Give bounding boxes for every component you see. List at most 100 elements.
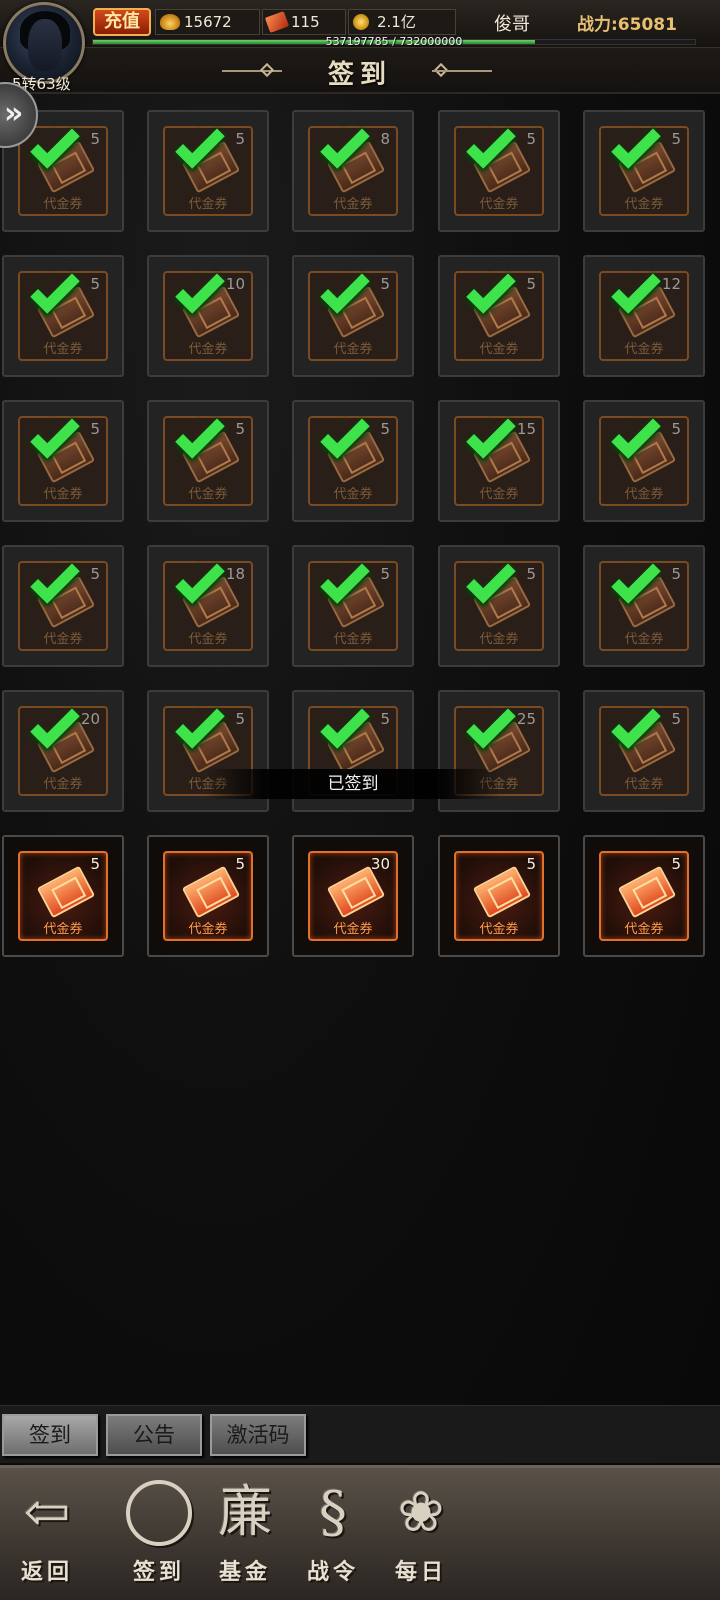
reward-label: 代金券	[624, 487, 664, 502]
reward-cell[interactable]: 20 代金券	[2, 690, 124, 812]
reward-count: 25	[516, 710, 536, 728]
reward-label: 代金券	[43, 197, 83, 212]
nav-label: 返回	[20, 1559, 73, 1585]
ticket-counter: 115	[262, 9, 346, 35]
voucher-item: 5 代金券	[18, 851, 108, 941]
recharge-button[interactable]: 充值	[93, 8, 151, 36]
reward-label: 代金券	[479, 487, 519, 502]
reward-count: 5	[671, 855, 681, 873]
reward-count: 5	[671, 710, 681, 728]
nav-sign-in-button[interactable]: 签到	[114, 1474, 204, 1600]
reward-count: 5	[526, 275, 536, 293]
reward-cell[interactable]: 5 代金券	[583, 690, 705, 812]
reward-label: 代金券	[188, 342, 228, 357]
voucher-icon	[36, 865, 96, 919]
reward-label: 代金券	[624, 632, 664, 647]
reward-cell[interactable]: 30 代金券	[292, 835, 414, 957]
reward-label: 代金券	[43, 342, 83, 357]
coin-value: 2.1亿	[377, 13, 416, 31]
avatar[interactable]	[3, 2, 85, 84]
player-name: 俊哥	[494, 14, 530, 35]
reward-cell[interactable]: 12 代金券	[583, 255, 705, 377]
reward-count: 30	[370, 855, 390, 873]
voucher-item: 5 代金券	[454, 851, 544, 941]
reward-label: 代金券	[333, 487, 373, 502]
reward-count: 5	[90, 420, 100, 438]
voucher-icon	[264, 11, 290, 33]
reward-cell[interactable]: 10 代金券	[147, 255, 269, 377]
reward-cell[interactable]: 5 代金券	[2, 545, 124, 667]
reward-count: 5	[235, 855, 245, 873]
reward-label: 代金券	[43, 922, 83, 937]
nav-daily-button[interactable]: ❀ 每日	[376, 1474, 466, 1600]
nav-label: 战令	[306, 1559, 359, 1585]
back-arrow-icon: ⇦	[23, 1480, 71, 1545]
reward-count: 20	[80, 710, 100, 728]
reward-cell[interactable]: 5 代金券	[438, 835, 560, 957]
reward-count: 10	[225, 275, 245, 293]
reward-cell[interactable]: 5 代金券	[438, 545, 560, 667]
daily-icon: ❀	[397, 1480, 445, 1545]
fund-icon: 亷	[217, 1480, 273, 1545]
nav-battle-pass-button[interactable]: § 战令	[288, 1474, 378, 1600]
page-title: 签到	[327, 60, 392, 90]
reward-cell[interactable]: 15 代金券	[438, 400, 560, 522]
reward-label: 代金券	[188, 197, 228, 212]
reward-label: 代金券	[43, 487, 83, 502]
reward-label: 代金券	[333, 632, 373, 647]
voucher-icon	[181, 865, 241, 919]
nav-back-button[interactable]: ⇦ 返回	[2, 1474, 92, 1600]
reward-cell[interactable]: 5 代金券	[438, 255, 560, 377]
tab-activation-code[interactable]: 激活码	[210, 1414, 306, 1456]
reward-cell[interactable]: 8 代金券	[292, 110, 414, 232]
reward-cell[interactable]: 18 代金券	[147, 545, 269, 667]
reward-count: 8	[380, 130, 390, 148]
battle-pass-scroll-icon: §	[319, 1480, 347, 1545]
toast-message: 已签到	[205, 769, 501, 799]
reward-label: 代金券	[479, 632, 519, 647]
reward-cell[interactable]: 5 代金券	[583, 545, 705, 667]
reward-label: 代金券	[43, 632, 83, 647]
coin-counter: 2.1亿	[348, 9, 456, 35]
reward-count: 5	[90, 855, 100, 873]
voucher-item: 5 代金券	[599, 851, 689, 941]
gold-ingot-icon	[160, 14, 180, 30]
reward-count: 5	[90, 565, 100, 583]
reward-cell[interactable]: 5 代金券	[2, 400, 124, 522]
reward-count: 5	[90, 275, 100, 293]
reward-cell[interactable]: 5 代金券	[292, 545, 414, 667]
reward-cell[interactable]: 5 代金券	[438, 110, 560, 232]
reward-label: 代金券	[479, 197, 519, 212]
double-chevron-icon: »	[4, 96, 24, 131]
gold-counter: 15672	[155, 9, 260, 35]
nav-label: 每日	[394, 1559, 447, 1585]
reward-cell[interactable]: 5 代金券	[147, 400, 269, 522]
reward-label: 代金券	[624, 922, 664, 937]
reward-cell[interactable]: 5 代金券	[147, 110, 269, 232]
nav-label: 基金	[218, 1559, 271, 1585]
reward-cell[interactable]: 5 代金券	[583, 400, 705, 522]
reward-cell[interactable]: 5 代金券	[583, 110, 705, 232]
reward-count: 5	[526, 130, 536, 148]
reward-cell[interactable]: 5 代金券	[583, 835, 705, 957]
avatar-face	[28, 19, 62, 71]
exp-text: 537197785 / 732000000	[325, 35, 463, 48]
reward-count: 5	[671, 565, 681, 583]
reward-count: 5	[671, 130, 681, 148]
tab-announcement[interactable]: 公告	[106, 1414, 202, 1456]
reward-cell[interactable]: 5 代金券	[292, 400, 414, 522]
reward-cell[interactable]: 5 代金券	[2, 835, 124, 957]
reward-cell[interactable]: 5 代金券	[292, 255, 414, 377]
reward-cell[interactable]: 5 代金券	[2, 255, 124, 377]
reward-label: 代金券	[333, 922, 373, 937]
reward-label: 代金券	[479, 342, 519, 357]
nav-fund-button[interactable]: 亷 基金	[200, 1474, 290, 1600]
reward-cell[interactable]: 5 代金券	[147, 835, 269, 957]
tab-sign-in[interactable]: 签到	[2, 1414, 98, 1456]
voucher-icon	[472, 865, 532, 919]
voucher-icon	[617, 865, 677, 919]
voucher-icon	[326, 865, 386, 919]
reward-label: 代金券	[624, 197, 664, 212]
reward-count: 5	[90, 130, 100, 148]
bottom-nav: ⇦ 返回 签到 亷 基金 § 战令 ❀ 每日	[0, 1465, 720, 1600]
